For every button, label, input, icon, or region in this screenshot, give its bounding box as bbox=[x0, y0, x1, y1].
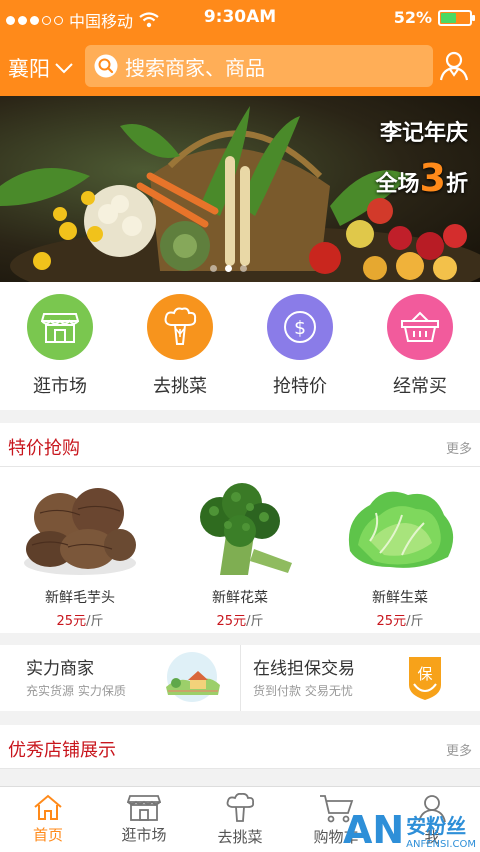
city-selector[interactable]: 襄阳 bbox=[8, 53, 74, 83]
product-card[interactable]: 新鲜花菜 25元/斤 bbox=[160, 467, 320, 633]
watermark-text: 安粉丝 bbox=[406, 814, 467, 838]
promo-subtitle: 货到付款 交易无忧 bbox=[253, 684, 353, 698]
tab-label: 逛市场 bbox=[121, 826, 167, 844]
guarantee-shield-icon: 保 bbox=[409, 657, 441, 700]
watermark-logo: AN bbox=[342, 808, 405, 852]
top-header: 襄阳 搜索商家、商品 bbox=[0, 36, 480, 96]
svg-text:$: $ bbox=[294, 317, 306, 339]
battery-percent: 52% bbox=[393, 8, 432, 27]
shops-header: 优秀店铺展示 更多 bbox=[0, 725, 480, 769]
promo-subtitle: 充实货源 实力保质 bbox=[26, 684, 126, 698]
tab-home[interactable]: 首页 bbox=[0, 787, 96, 852]
user-profile-icon[interactable] bbox=[436, 48, 472, 84]
basket-icon bbox=[387, 294, 453, 360]
section-title: 优秀店铺展示 bbox=[8, 740, 116, 761]
lettuce-image bbox=[348, 491, 454, 568]
more-link[interactable]: 更多 bbox=[446, 438, 472, 457]
banner-pager[interactable] bbox=[210, 265, 247, 272]
taro-image bbox=[24, 488, 136, 575]
category-market[interactable]: 逛市场 bbox=[0, 282, 120, 410]
broccoli-icon bbox=[226, 793, 255, 822]
pager-dot-active[interactable] bbox=[225, 265, 232, 272]
product-card[interactable]: 新鲜毛芋头 25元/斤 bbox=[0, 467, 160, 633]
category-frequent[interactable]: 经常买 bbox=[360, 282, 480, 410]
watermark: AN 安粉丝 ANFENSI.COM bbox=[343, 810, 476, 850]
category-flash-deals[interactable]: $ 抢特价 bbox=[240, 282, 360, 410]
banner-line2-prefix: 全场 bbox=[375, 172, 420, 197]
category-label: 经常买 bbox=[393, 376, 447, 397]
search-input[interactable]: 搜索商家、商品 bbox=[85, 45, 433, 87]
banner-line1: 李记年庆 bbox=[379, 121, 468, 146]
app-screen: 中国移动 9:30AM 52% 襄阳 搜索商家、商品 李记年庆 全场3折 逛市场… bbox=[0, 0, 480, 852]
product-price: 25元/斤 bbox=[216, 614, 264, 629]
tab-pick-vegetables[interactable]: 去挑菜 bbox=[192, 787, 288, 852]
category-label: 抢特价 bbox=[273, 376, 327, 397]
search-placeholder: 搜索商家、商品 bbox=[125, 55, 265, 80]
market-stall-icon bbox=[127, 795, 161, 821]
promo-row: 实力商家 充实货源 实力保质 在线担保交易 货到付款 交易无忧 保 bbox=[0, 645, 480, 711]
tab-label: 去挑菜 bbox=[217, 828, 263, 846]
category-pick-vegetables[interactable]: 去挑菜 bbox=[120, 282, 240, 410]
promo-title: 在线担保交易 bbox=[253, 659, 355, 679]
product-price: 25元/斤 bbox=[56, 614, 104, 629]
city-label: 襄阳 bbox=[8, 57, 50, 81]
broccoli-image bbox=[200, 483, 292, 575]
farm-illustration-icon bbox=[166, 652, 220, 702]
category-shortcuts: 逛市场 去挑菜 $ 抢特价 经常买 bbox=[0, 282, 480, 410]
broccoli-icon bbox=[147, 294, 213, 360]
promo-secure-trade[interactable]: 在线担保交易 货到付款 交易无忧 保 bbox=[240, 645, 480, 711]
product-name: 新鲜毛芋头 bbox=[45, 590, 115, 606]
svg-text:保: 保 bbox=[417, 665, 432, 683]
banner-headline: 李记年庆 全场3折 bbox=[376, 112, 468, 207]
pager-dot[interactable] bbox=[240, 265, 247, 272]
pager-dot[interactable] bbox=[210, 265, 217, 272]
banner-line2-suffix: 折 bbox=[445, 172, 468, 197]
chevron-down-icon bbox=[55, 63, 73, 74]
promo-title: 实力商家 bbox=[26, 659, 94, 679]
home-icon bbox=[34, 794, 62, 820]
dollar-coin-icon: $ bbox=[267, 294, 333, 360]
product-card[interactable]: 新鲜生菜 25元/斤 bbox=[320, 467, 480, 633]
tab-market[interactable]: 逛市场 bbox=[96, 787, 192, 852]
specials-product-list: 新鲜毛芋头 25元/斤 新鲜花菜 25元/斤 新鲜生菜 25元/斤 bbox=[0, 467, 480, 633]
market-stall-icon bbox=[27, 294, 93, 360]
battery-icon bbox=[438, 9, 475, 26]
more-link[interactable]: 更多 bbox=[446, 740, 472, 759]
status-bar: 中国移动 9:30AM 52% bbox=[0, 0, 480, 36]
section-title: 特价抢购 bbox=[8, 438, 80, 459]
promo-strong-merchants[interactable]: 实力商家 充实货源 实力保质 bbox=[0, 645, 240, 711]
product-name: 新鲜生菜 bbox=[372, 590, 428, 606]
watermark-url: ANFENSI.COM bbox=[406, 839, 476, 850]
banner-discount-number: 3 bbox=[419, 156, 446, 200]
specials-header: 特价抢购 更多 bbox=[0, 423, 480, 467]
tab-label: 首页 bbox=[32, 826, 63, 844]
search-icon bbox=[94, 54, 118, 78]
product-name: 新鲜花菜 bbox=[212, 590, 268, 606]
category-label: 去挑菜 bbox=[153, 376, 207, 397]
product-price: 25元/斤 bbox=[376, 614, 424, 629]
category-label: 逛市场 bbox=[33, 376, 87, 397]
promo-banner[interactable]: 李记年庆 全场3折 bbox=[0, 96, 480, 282]
